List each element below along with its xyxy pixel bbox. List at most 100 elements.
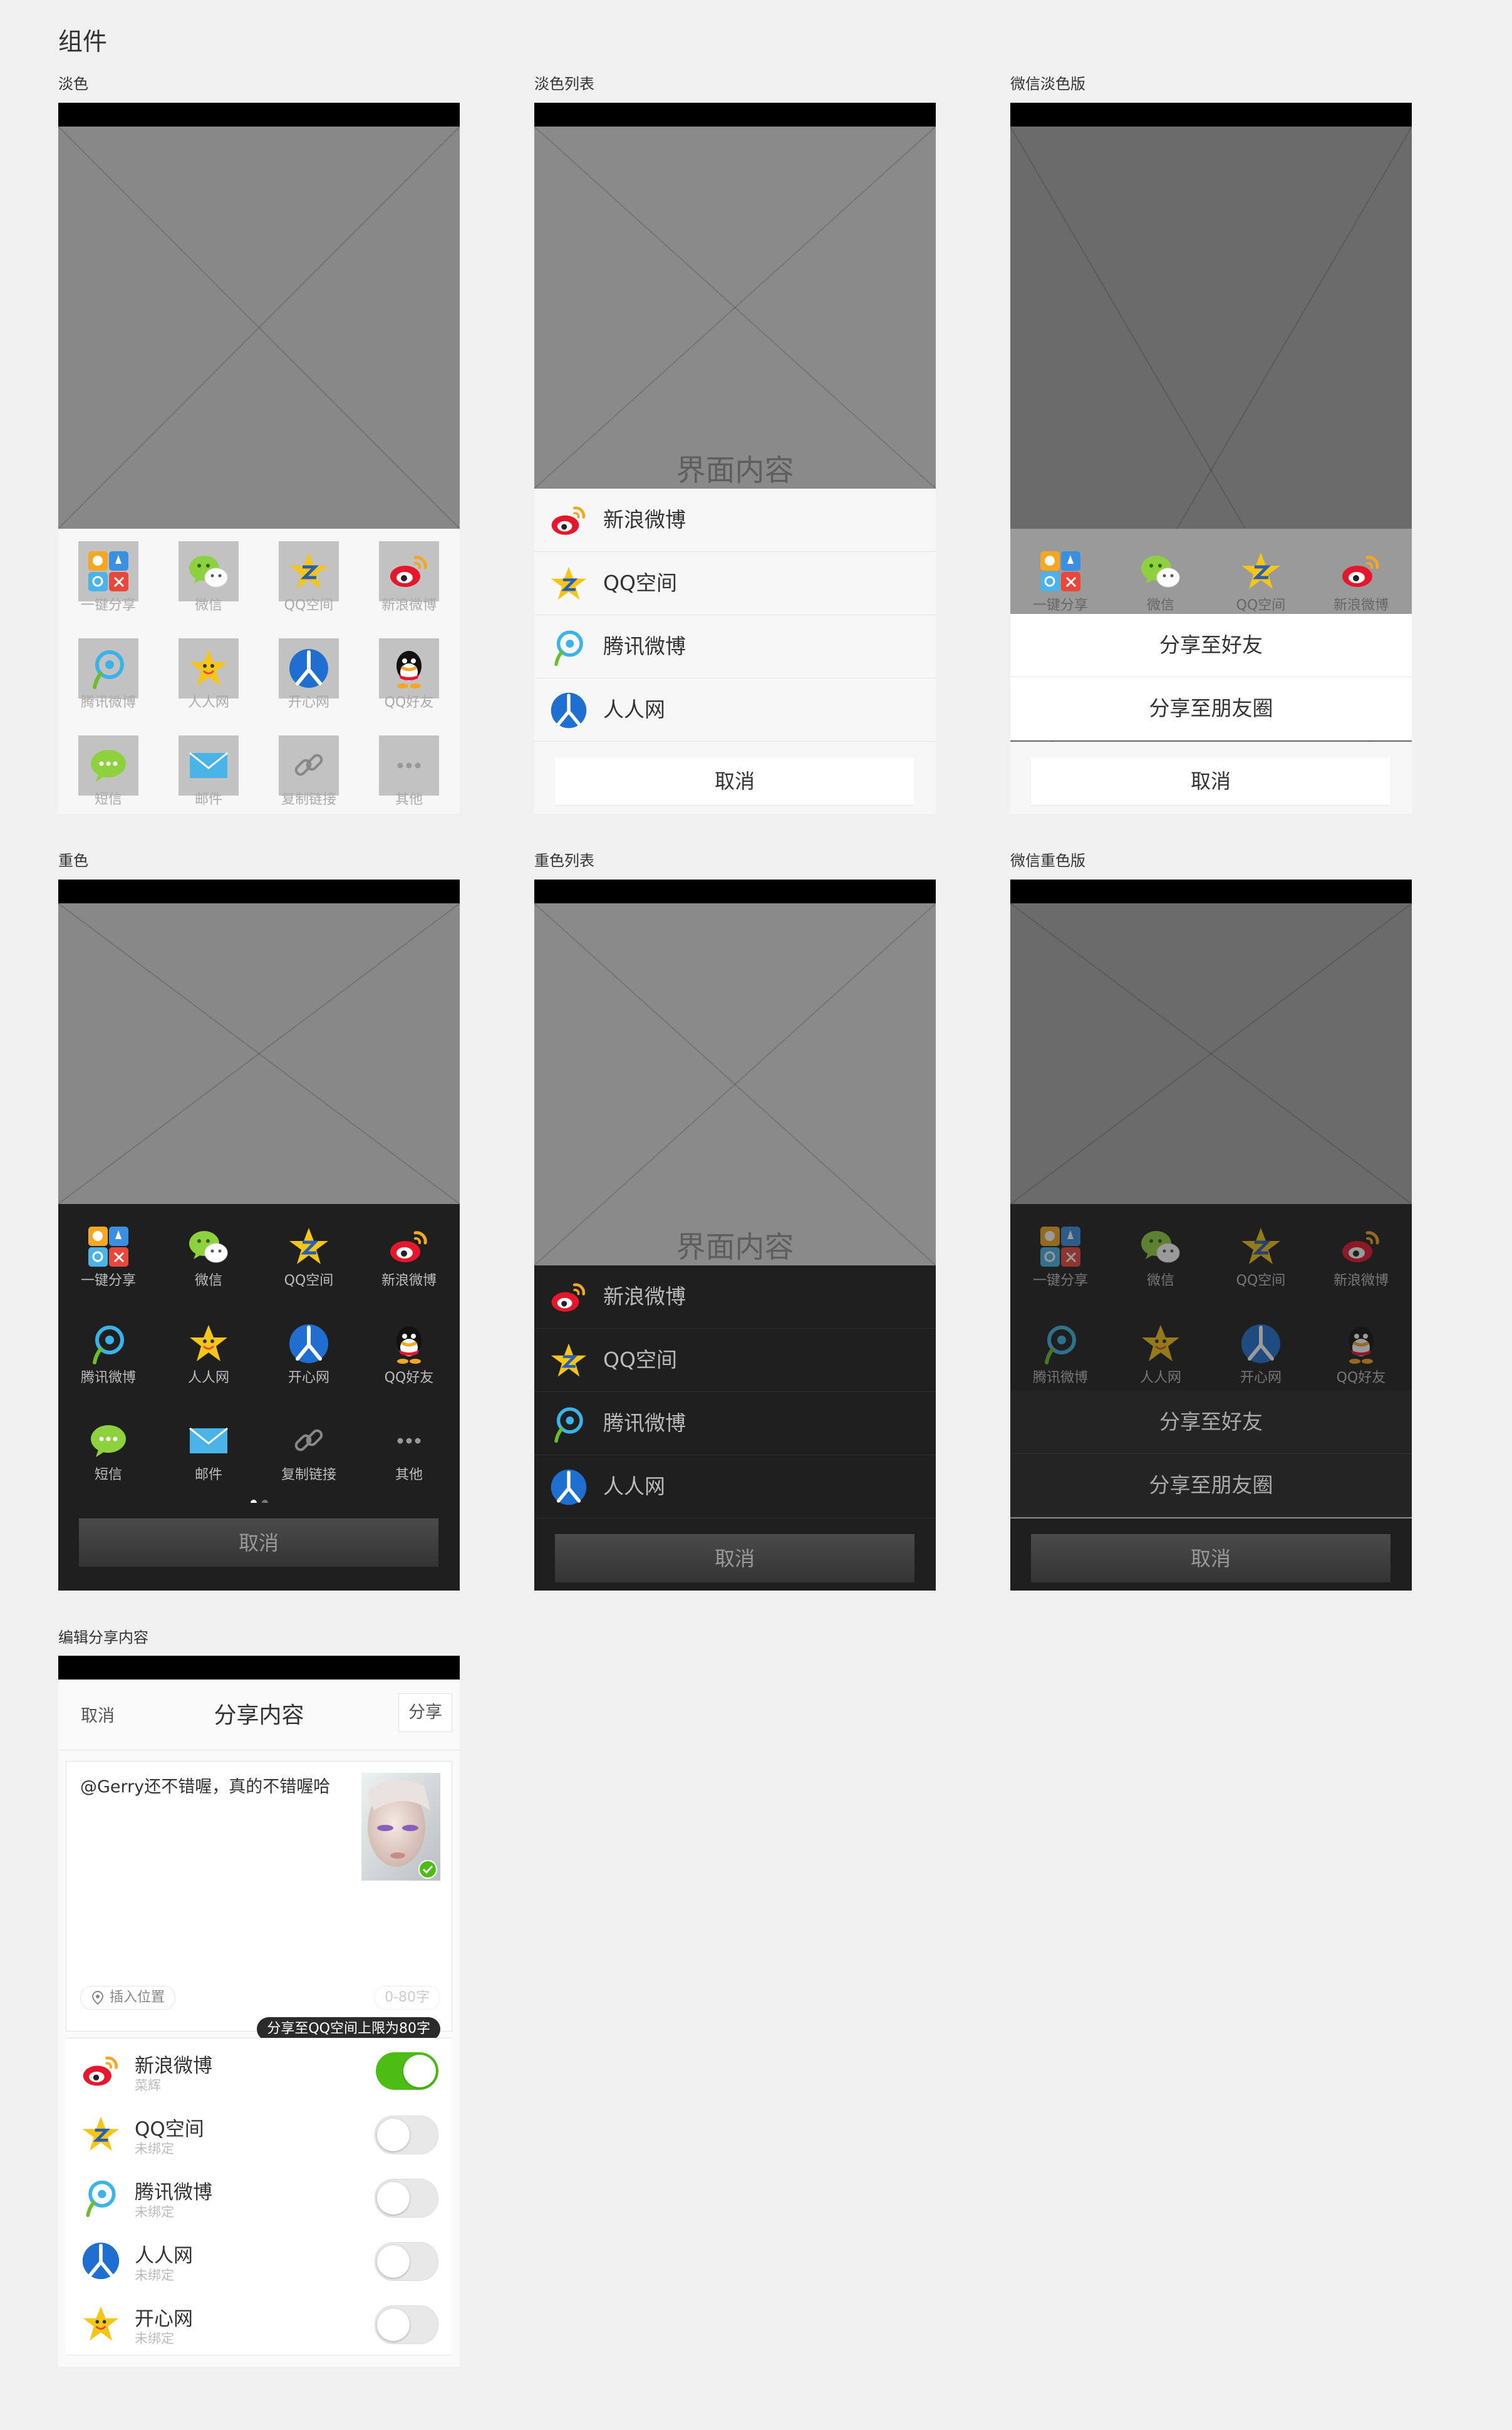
share-target-wechat[interactable]: 微信 <box>1111 529 1211 626</box>
share-target-wechat[interactable]: 微信 <box>158 1204 259 1301</box>
share-target-label: 短信 <box>94 1467 122 1483</box>
section-label-wechat-light: 微信淡色版 <box>1010 75 1085 93</box>
cancel-area: 取消 <box>534 742 936 814</box>
share-target-renren[interactable]: 开心网 <box>1211 1301 1311 1392</box>
share-target-label: QQ空间 <box>284 598 334 613</box>
cancel-button[interactable]: 取消 <box>79 1519 438 1567</box>
share-target-qzone[interactable]: QQ空间 <box>259 1204 359 1301</box>
tencent-weibo-icon <box>87 1322 130 1365</box>
status-bar <box>1010 880 1412 903</box>
share-target-qq[interactable]: QQ好友 <box>359 626 459 723</box>
renren-icon <box>549 1468 588 1507</box>
share-target-qq[interactable]: QQ好友 <box>359 1301 459 1398</box>
cancel-button[interactable]: 取消 <box>555 757 914 805</box>
cancel-button[interactable]: 取消 <box>1031 1534 1390 1582</box>
share-target-one-key-share[interactable]: 一键分享 <box>1010 1204 1111 1301</box>
share-editor-screen: 取消 分享内容 分享 @Gerry还不错喔，真的不错喔哈 插入位置 0-80字 … <box>58 1656 460 2367</box>
list-item-qzone[interactable]: QQ空间 <box>534 1329 936 1392</box>
cancel-button[interactable]: 取消 <box>555 1534 914 1582</box>
share-target-icon-box <box>1030 541 1090 601</box>
editor-share-button[interactable]: 分享 <box>398 1693 452 1732</box>
share-target-icon-box <box>179 735 239 796</box>
share-target-icon-box <box>379 735 439 796</box>
renren-icon <box>549 691 588 730</box>
platform-toggle[interactable] <box>375 2305 438 2344</box>
wechat-option-moments[interactable]: 分享至朋友圈 <box>1010 1454 1412 1517</box>
more-icon <box>388 1420 430 1462</box>
share-target-link[interactable]: 复制链接 <box>259 1398 359 1495</box>
attached-photo-thumbnail[interactable] <box>361 1773 440 1881</box>
share-target-kaixin[interactable]: 人人网 <box>158 1301 259 1398</box>
share-target-icon-box <box>279 735 339 796</box>
share-target-wechat[interactable]: 微信 <box>1111 1204 1211 1301</box>
share-target-sms[interactable]: 短信 <box>58 723 158 814</box>
wechat-option-moments[interactable]: 分享至朋友圈 <box>1010 677 1412 740</box>
section-label-dark: 重色 <box>58 852 88 870</box>
share-target-sina-weibo[interactable]: 新浪微博 <box>1311 529 1411 626</box>
share-target-qzone[interactable]: QQ空间 <box>1211 529 1311 626</box>
share-target-mail[interactable]: 邮件 <box>158 723 259 814</box>
cancel-area: 取消 <box>58 1503 460 1591</box>
share-target-sina-weibo[interactable]: 新浪微博 <box>359 529 459 626</box>
wechat-option-friend[interactable]: 分享至好友 <box>1010 1391 1412 1454</box>
share-target-sms[interactable]: 短信 <box>58 1398 158 1495</box>
content-placeholder-area: 界面内容 <box>534 903 936 1265</box>
share-target-tencent-weibo[interactable]: 腾讯微博 <box>58 626 158 723</box>
list-item-sina-weibo[interactable]: 新浪微博 <box>534 1265 936 1329</box>
cancel-button[interactable]: 取消 <box>1031 757 1390 805</box>
share-target-renren[interactable]: 开心网 <box>259 626 359 723</box>
platform-toggle[interactable] <box>375 2116 438 2154</box>
share-target-label: 开心网 <box>287 1370 329 1386</box>
share-target-label: 微信 <box>194 1273 222 1289</box>
share-target-more[interactable]: 其他 <box>359 1398 459 1495</box>
platform-toggle[interactable] <box>375 2179 438 2218</box>
share-target-label: 一键分享 <box>80 1273 136 1289</box>
platform-toggle[interactable] <box>375 2242 438 2281</box>
share-text[interactable]: @Gerry还不错喔，真的不错喔哈 <box>80 1773 330 1797</box>
share-target-icon-box <box>379 1314 439 1374</box>
share-target-sina-weibo[interactable]: 新浪微博 <box>359 1204 459 1301</box>
share-target-tencent-weibo[interactable]: 腾讯微博 <box>58 1301 158 1398</box>
share-target-wechat[interactable]: 微信 <box>158 529 259 626</box>
platform-toggle[interactable] <box>376 2052 438 2090</box>
status-bar <box>534 880 936 903</box>
share-target-qzone[interactable]: QQ空间 <box>259 529 359 626</box>
share-target-renren[interactable]: 开心网 <box>259 1301 359 1398</box>
share-target-icon-box <box>78 541 138 601</box>
share-target-qq[interactable]: QQ好友 <box>1311 1301 1411 1392</box>
share-target-one-key-share[interactable]: 一键分享 <box>58 1204 158 1301</box>
share-target-label: 邮件 <box>194 792 222 807</box>
share-target-label: 一键分享 <box>80 598 136 613</box>
share-target-mail[interactable]: 邮件 <box>158 1398 259 1495</box>
share-target-one-key-share[interactable]: 一键分享 <box>1010 529 1111 626</box>
share-target-icon-box <box>78 1314 138 1374</box>
share-target-kaixin[interactable]: 人人网 <box>158 626 259 723</box>
share-target-one-key-share[interactable]: 一键分享 <box>58 529 158 626</box>
qzone-icon <box>549 564 588 603</box>
share-text-area[interactable]: @Gerry还不错喔，真的不错喔哈 插入位置 0-80字 分享至QQ空间上限为8… <box>66 1761 452 2041</box>
insert-location-button[interactable]: 插入位置 <box>80 1986 176 2010</box>
share-target-qzone[interactable]: QQ空间 <box>1211 1204 1311 1301</box>
list-item-tencent-weibo[interactable]: 腾讯微博 <box>534 1392 936 1455</box>
share-target-tencent-weibo[interactable]: 腾讯微博 <box>1010 1301 1111 1392</box>
share-target-more[interactable]: 其他 <box>359 723 459 814</box>
toggle-knob <box>377 2119 410 2151</box>
qq-icon <box>388 1322 430 1365</box>
wechat-option-friend[interactable]: 分享至好友 <box>1010 614 1412 677</box>
share-target-link[interactable]: 复制链接 <box>259 723 359 814</box>
share-target-label: 人人网 <box>187 1370 229 1386</box>
phone-dark-grid: 一键分享 微信 QQ空间 新浪微博腾讯微博 人人网 开心网 QQ好友短信 邮件 复制链接 其他取消 <box>58 880 460 1591</box>
wechat-icon <box>1139 1225 1182 1268</box>
list-item-qzone[interactable]: QQ空间 <box>534 552 936 615</box>
list-item-renren[interactable]: 人人网 <box>534 678 936 742</box>
sina-weibo-icon <box>388 550 430 593</box>
list-item-sina-weibo[interactable]: 新浪微博 <box>534 489 936 552</box>
list-item-tencent-weibo[interactable]: 腾讯微博 <box>534 615 936 678</box>
share-target-kaixin[interactable]: 人人网 <box>1111 1301 1211 1392</box>
renren-icon <box>81 2241 121 2281</box>
share-target-sina-weibo[interactable]: 新浪微博 <box>1311 1204 1411 1301</box>
tencent-weibo-icon <box>87 647 130 690</box>
status-bar <box>534 103 936 127</box>
list-item-renren[interactable]: 人人网 <box>534 1455 936 1519</box>
share-target-label: 新浪微博 <box>381 598 437 613</box>
